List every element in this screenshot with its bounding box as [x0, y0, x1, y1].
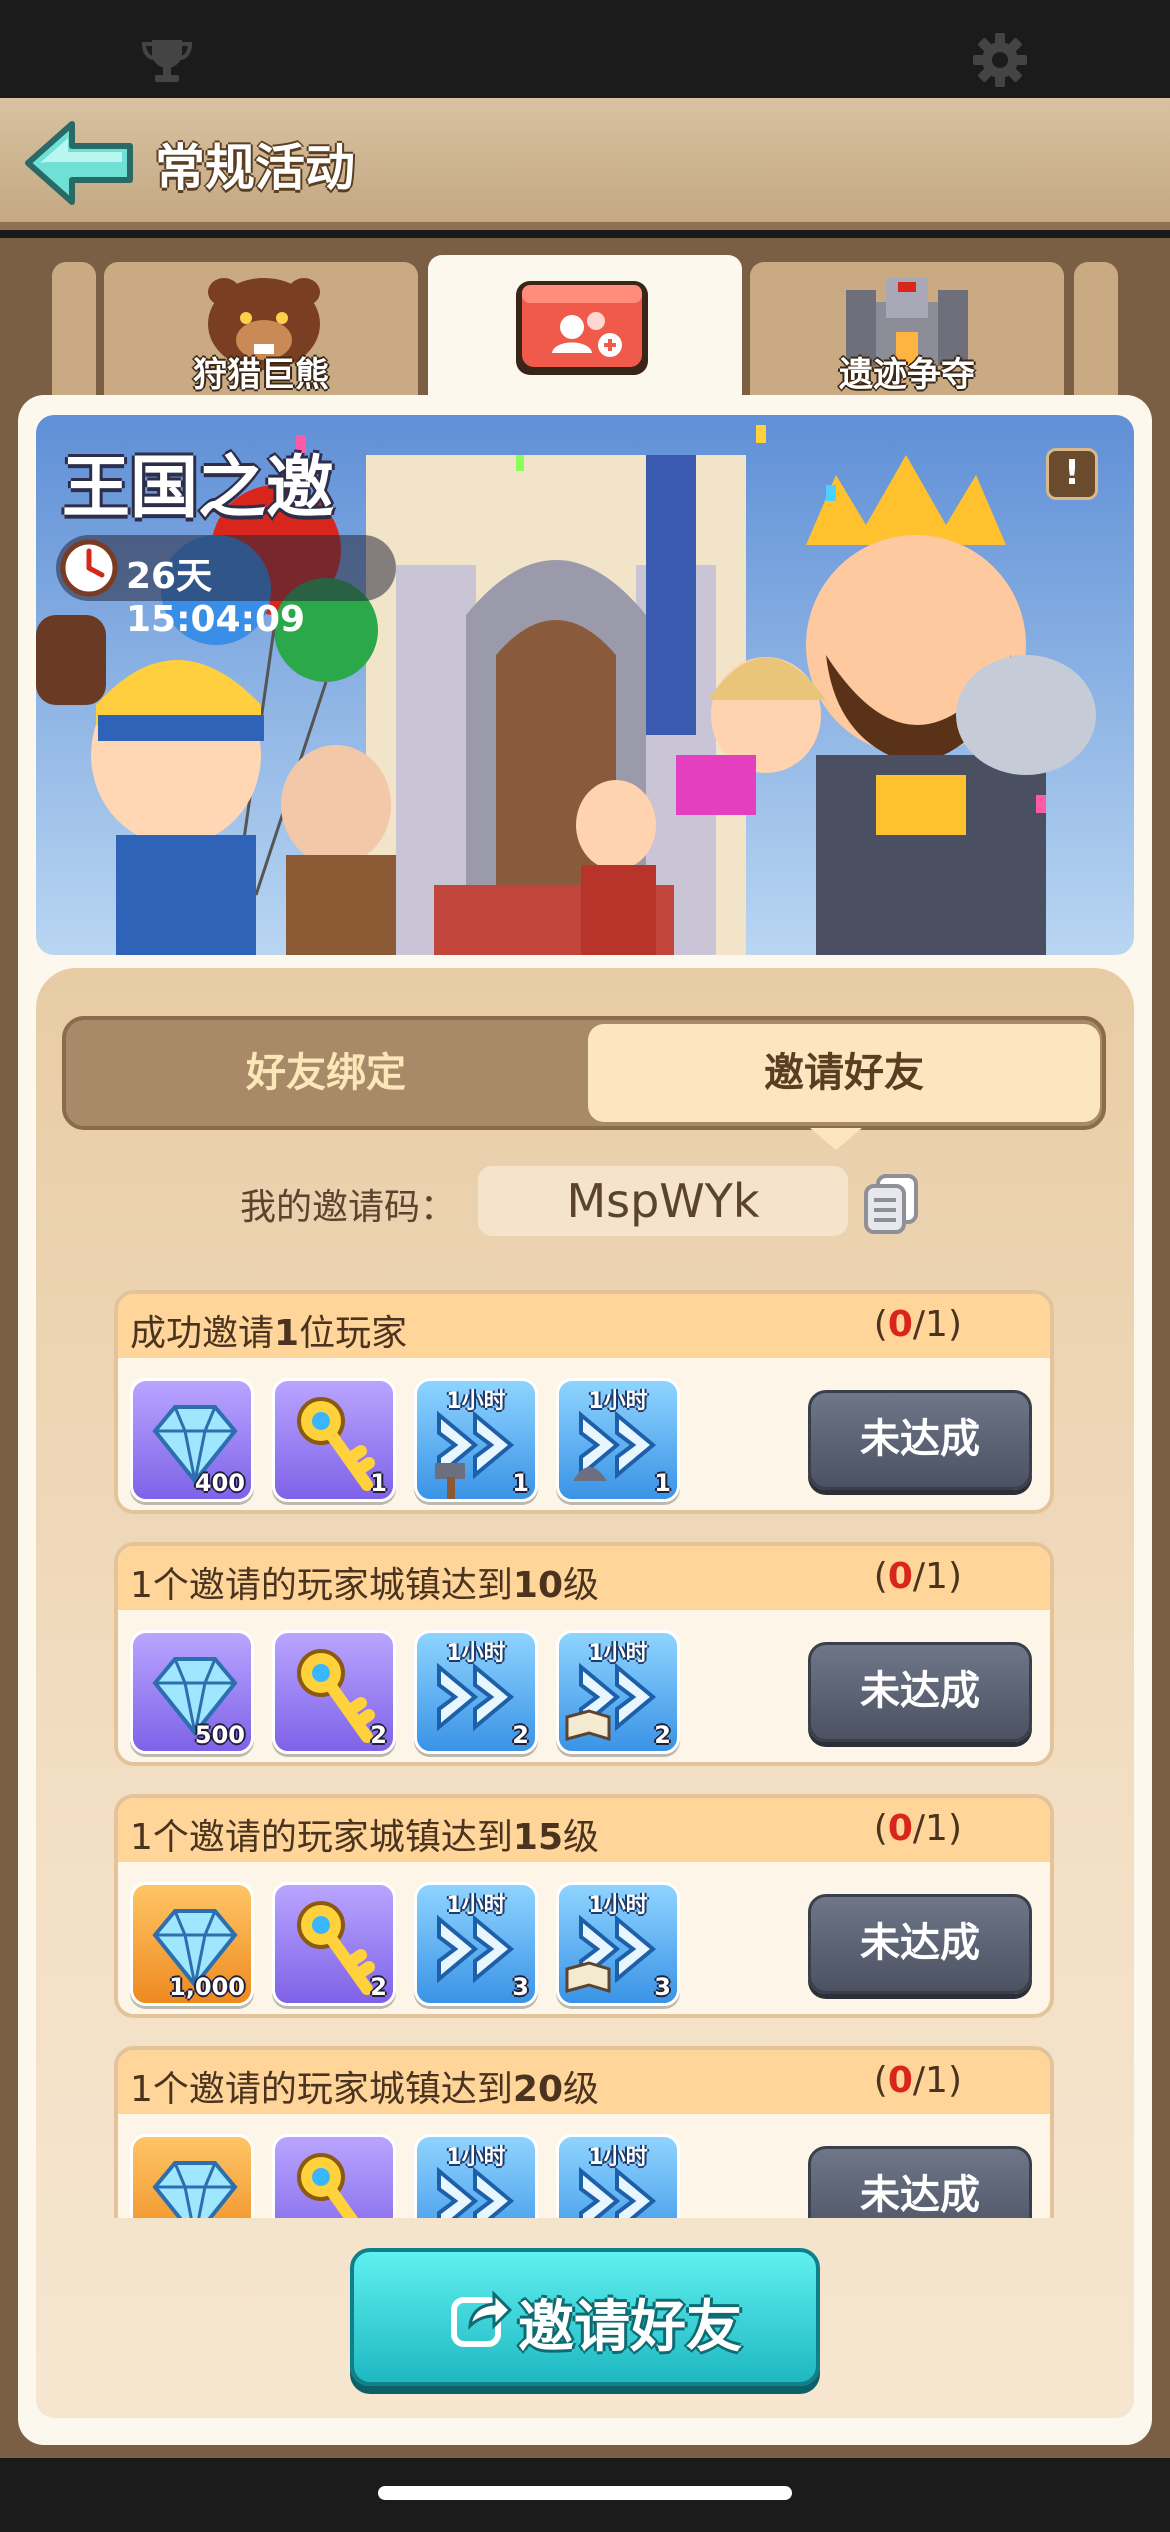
reward-key[interactable]	[272, 2134, 396, 2218]
reward-tag: 1小时	[588, 1641, 648, 1666]
reward-speedup-helmet[interactable]: 1小时 1	[556, 1378, 680, 1502]
tab-previous-partial[interactable]	[52, 262, 96, 402]
page-title: 常规活动	[155, 139, 355, 197]
copy-icon[interactable]	[862, 1172, 920, 1234]
invite-code-value: MspWYk	[566, 1174, 760, 1228]
reward-tag: 1小时	[446, 1389, 506, 1414]
task-title: 1个邀请的玩家城镇达到15级	[130, 1817, 600, 1858]
invite-code-label: 我的邀请码：	[240, 1187, 457, 1228]
reward-gems[interactable]	[130, 2134, 254, 2218]
task-title: 成功邀请1位玩家	[130, 1313, 408, 1354]
key-icon	[297, 2153, 359, 2218]
reward-qty: 2	[654, 1721, 671, 1749]
invite-friends-label: 邀请好友	[518, 2295, 742, 2360]
claim-status-button[interactable]: 未达成	[808, 1390, 1032, 1490]
reward-key[interactable]: 2	[272, 1630, 396, 1754]
event-title: 王国之邀	[62, 449, 335, 528]
clock-icon	[60, 539, 118, 597]
app-screen: 常规活动 狩猎巨熊 遗迹争夺 王国之邀 26天 15:04:09 ! 好友绑定 …	[0, 0, 1170, 2532]
tab-invite[interactable]	[428, 255, 742, 415]
invite-code-field[interactable]: MspWYk	[478, 1166, 848, 1236]
segment-label: 邀请好友	[764, 1050, 924, 1096]
claim-status-label: 未达成	[860, 1668, 980, 1714]
claim-status-button[interactable]: 未达成	[808, 1894, 1032, 1994]
trophy-icon[interactable]	[140, 36, 194, 84]
tab-label: 狩猎巨熊	[193, 355, 329, 395]
reward-tag: 1小时	[446, 1893, 506, 1918]
tab-next-partial[interactable]	[1074, 262, 1118, 402]
segment-label: 好友绑定	[246, 1050, 406, 1096]
reward-speedup-book[interactable]: 1小时 3	[556, 1882, 680, 2006]
reward-speedup[interactable]: 1小时	[414, 2134, 538, 2218]
segmented-control: 好友绑定 邀请好友	[62, 1016, 1106, 1130]
tab-label: 遗迹争夺	[839, 355, 975, 395]
back-arrow-icon[interactable]	[22, 118, 137, 208]
task-progress: (0/1)	[873, 1808, 962, 1849]
task-header: 1个邀请的玩家城镇达到10级 (0/1)	[118, 1546, 1050, 1610]
segment-invite-friends[interactable]: 邀请好友	[588, 1024, 1100, 1122]
info-button[interactable]: !	[1046, 448, 1098, 500]
task-progress: (0/1)	[873, 1556, 962, 1597]
reward-qty: 1	[370, 1469, 387, 1497]
task-card: 成功邀请1位玩家 (0/1) 400 1 1小时 1 1小时 1 未达成	[114, 1290, 1054, 1514]
share-icon	[451, 2290, 512, 2347]
claim-status-button[interactable]: 未达成	[808, 1642, 1032, 1742]
task-title: 1个邀请的玩家城镇达到20级	[130, 2069, 600, 2110]
tab-ruins[interactable]: 遗迹争夺	[750, 262, 1064, 402]
info-icon: !	[1064, 453, 1080, 493]
countdown-text: 26天 15:04:09	[126, 556, 306, 640]
reward-tag: 1小时	[446, 2145, 506, 2170]
task-card: 1个邀请的玩家城镇达到20级 (0/1) 1小时 1小时 未达成	[114, 2046, 1054, 2218]
invite-envelope-icon	[516, 281, 648, 375]
reward-speedup-hammer[interactable]: 1小时 1	[414, 1378, 538, 1502]
task-card: 1个邀请的玩家城镇达到10级 (0/1) 500 2 1小时 2 1小时 2 未…	[114, 1542, 1054, 1766]
claim-status-button[interactable]: 未达成	[808, 2146, 1032, 2218]
segment-pointer	[810, 1128, 862, 1150]
task-header: 1个邀请的玩家城镇达到15级 (0/1)	[118, 1798, 1050, 1862]
reward-qty: 2	[512, 1721, 529, 1749]
claim-status-label: 未达成	[860, 1416, 980, 1462]
header-bar: 常规活动	[0, 98, 1170, 230]
gem-icon	[152, 2161, 238, 2218]
top-bar	[0, 0, 1170, 98]
reward-tag: 1小时	[588, 1893, 648, 1918]
reward-gems[interactable]: 400	[130, 1378, 254, 1502]
reward-qty: 1	[654, 1469, 671, 1497]
reward-qty: 3	[654, 1973, 671, 2001]
task-progress: (0/1)	[873, 1304, 962, 1345]
reward-key[interactable]: 2	[272, 1882, 396, 2006]
reward-qty: 2	[370, 1973, 387, 2001]
reward-gems[interactable]: 500	[130, 1630, 254, 1754]
invite-friends-button[interactable]: 邀请好友	[350, 2248, 820, 2386]
countdown-timer: 26天 15:04:09	[56, 535, 396, 640]
reward-tag: 1小时	[446, 1641, 506, 1666]
task-header: 1个邀请的玩家城镇达到20级 (0/1)	[118, 2050, 1050, 2114]
gear-icon[interactable]	[972, 32, 1028, 88]
claim-status-label: 未达成	[860, 2172, 980, 2218]
reward-tag: 1小时	[588, 2145, 648, 2170]
reward-speedup-book[interactable]: 1小时	[556, 2134, 680, 2218]
reward-qty: 500	[194, 1721, 245, 1749]
task-card: 1个邀请的玩家城镇达到15级 (0/1) 1,000 2 1小时 3 1小时 3	[114, 1794, 1054, 2018]
reward-qty: 400	[194, 1469, 245, 1497]
reward-qty: 1	[512, 1469, 529, 1497]
reward-gems[interactable]: 1,000	[130, 1882, 254, 2006]
reward-speedup[interactable]: 1小时 2	[414, 1630, 538, 1754]
reward-tag: 1小时	[588, 1389, 648, 1414]
segment-friend-bind[interactable]: 好友绑定	[66, 1020, 586, 1126]
task-title: 1个邀请的玩家城镇达到10级	[130, 1565, 600, 1606]
reward-qty: 3	[512, 1973, 529, 2001]
home-indicator[interactable]	[378, 2486, 792, 2500]
reward-task-list[interactable]: 成功邀请1位玩家 (0/1) 400 1 1小时 1 1小时 1 未达成 1个邀…	[36, 1290, 1134, 2218]
reward-speedup-book[interactable]: 1小时 2	[556, 1630, 680, 1754]
reward-key[interactable]: 1	[272, 1378, 396, 1502]
task-progress: (0/1)	[873, 2060, 962, 2101]
reward-qty: 1,000	[169, 1973, 245, 2001]
tab-hunt-bear[interactable]: 狩猎巨熊	[104, 262, 418, 402]
claim-status-label: 未达成	[860, 1920, 980, 1966]
reward-qty: 2	[370, 1721, 387, 1749]
task-header: 成功邀请1位玩家 (0/1)	[118, 1294, 1050, 1358]
reward-speedup[interactable]: 1小时 3	[414, 1882, 538, 2006]
